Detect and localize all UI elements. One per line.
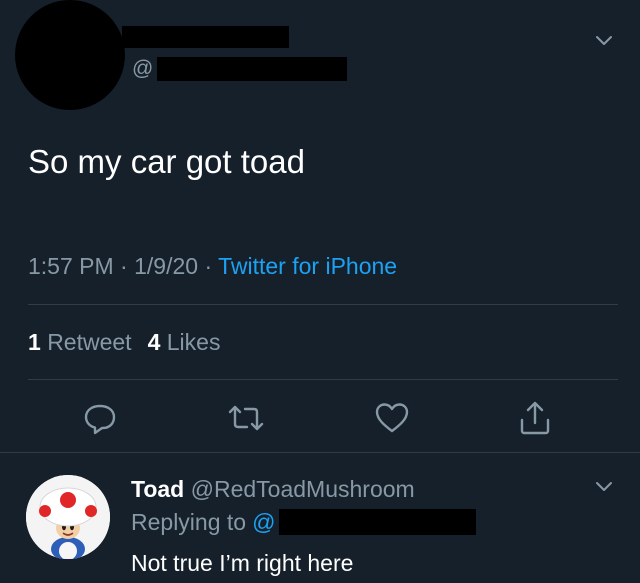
like-count: 4 (147, 329, 161, 355)
reply-author-handle[interactable]: @RedToadMushroom (191, 476, 415, 502)
author-avatar-redacted[interactable] (15, 0, 125, 110)
likes-stat[interactable]: 4 Likes (148, 329, 221, 355)
share-icon[interactable] (515, 398, 555, 438)
meta-separator: · (204, 253, 213, 279)
retweet-label: Retweet (47, 329, 132, 355)
reply-author-avatar[interactable] (26, 475, 110, 559)
author-handle-prefix: @ (132, 57, 154, 80)
tweet-detail-page: @ So my car got toad 1:57 PM · 1/9/20 · … (0, 0, 640, 583)
tweet-stats: 1 Retweet 4 Likes (28, 327, 220, 357)
divider (0, 452, 640, 453)
reply-author-row: Toad @RedToadMushroom (131, 474, 415, 504)
author-handle-redacted (157, 57, 348, 81)
tweet-source-link[interactable]: Twitter for iPhone (218, 253, 397, 279)
tweet-date: 1/9/20 (134, 253, 199, 279)
retweet-icon[interactable] (226, 398, 266, 438)
reply-icon[interactable] (80, 398, 120, 438)
tweet-time: 1:57 PM (28, 253, 114, 279)
replying-to-row: Replying to @ (131, 507, 477, 537)
retweet-count: 1 (28, 329, 41, 355)
meta-separator: · (120, 253, 128, 279)
chevron-down-icon[interactable] (594, 30, 614, 50)
chevron-down-icon[interactable] (594, 476, 614, 496)
divider (28, 304, 618, 305)
retweets-stat[interactable]: 1 Retweet (28, 329, 132, 355)
tweet-meta: 1:57 PM · 1/9/20 · Twitter for iPhone (28, 251, 397, 281)
reply-author-name[interactable]: Toad (131, 476, 184, 502)
like-label: Likes (166, 329, 221, 355)
like-icon[interactable] (372, 398, 412, 438)
author-name-redacted (122, 26, 289, 48)
divider (28, 379, 618, 380)
replying-to-handle-redacted (279, 509, 477, 535)
replying-to-label: Replying to (131, 508, 247, 535)
tweet-text: So my car got toad (28, 143, 305, 180)
toad-avatar-icon (26, 475, 110, 559)
reply-text: Not true I’m right here (131, 550, 354, 576)
author-handle-row: @ (132, 56, 348, 82)
replying-to-handle-prefix[interactable]: @ (252, 509, 275, 536)
